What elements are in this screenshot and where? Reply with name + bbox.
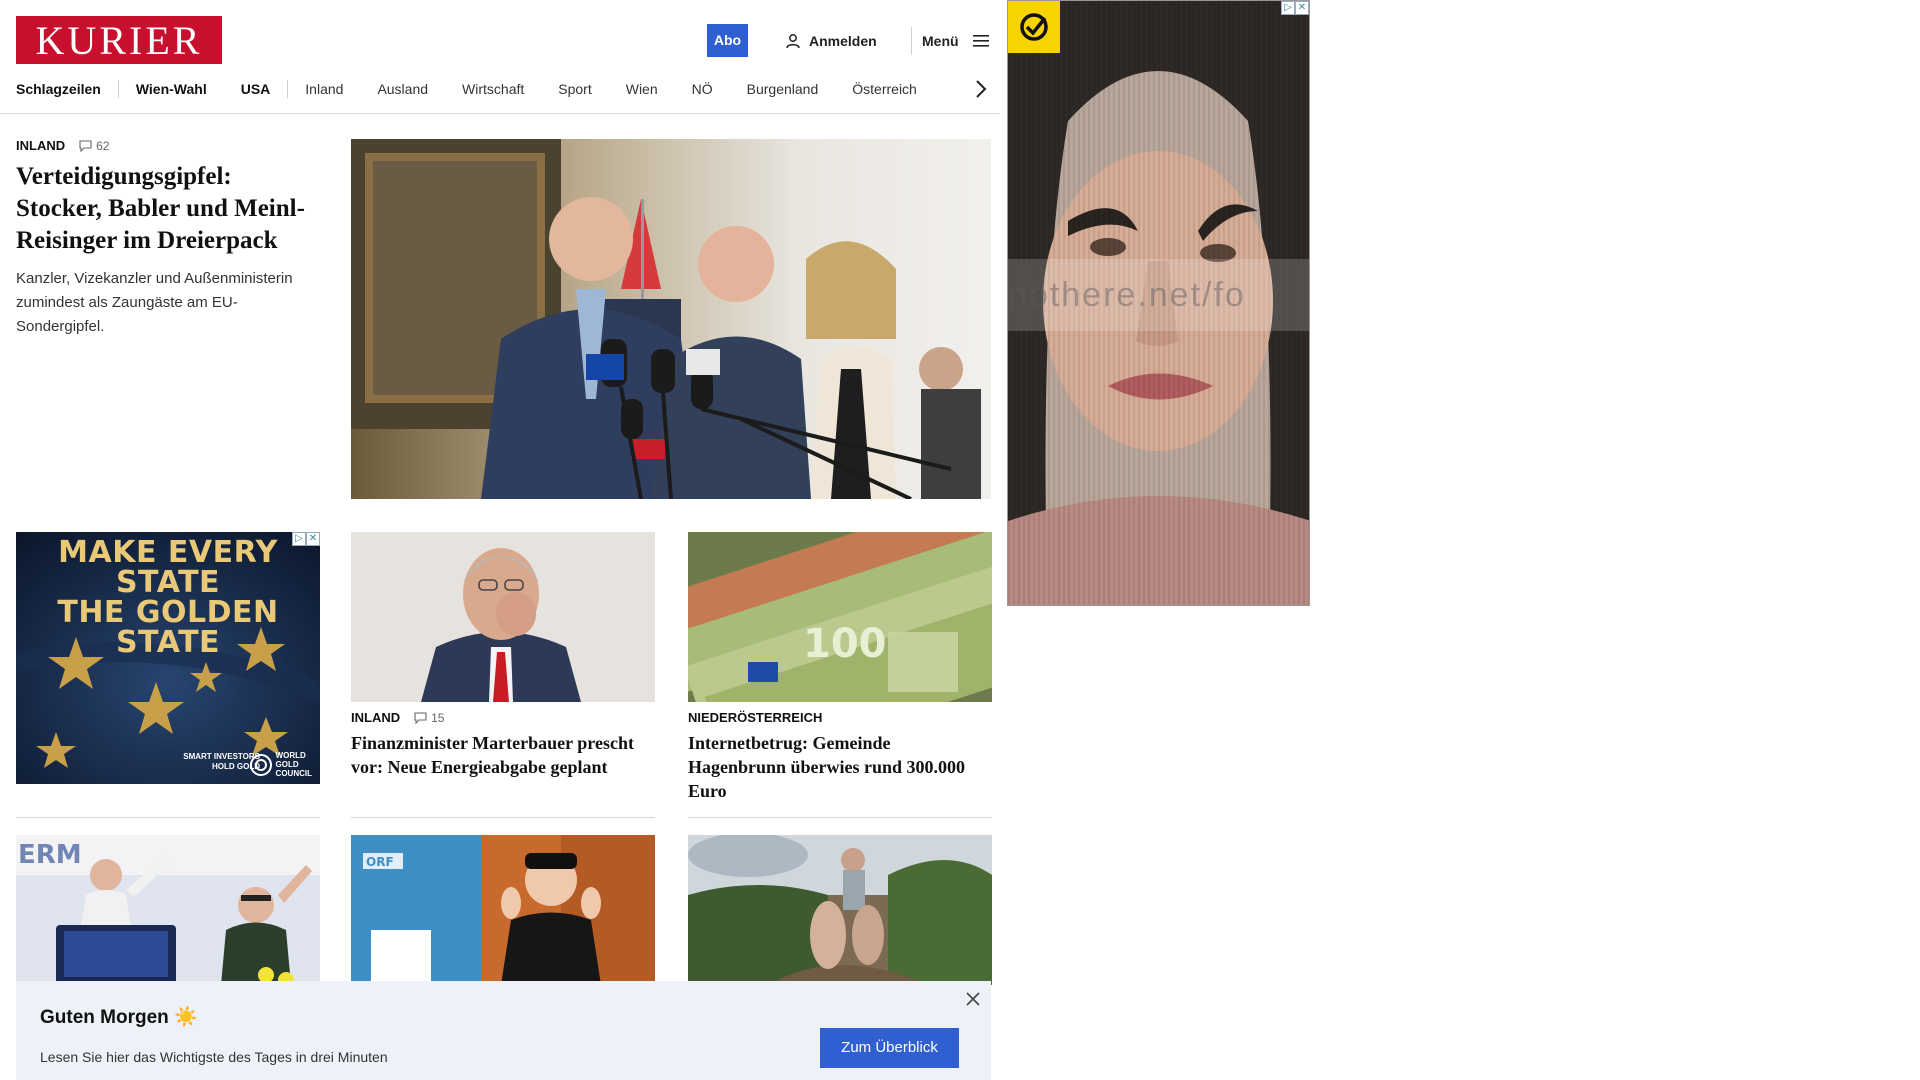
- card-photo-barefoot[interactable]: [688, 835, 992, 985]
- adchoices-icon[interactable]: ▷: [292, 532, 306, 546]
- section-nav: Schlagzeilen Wien-Wahl USA Inland Auslan…: [16, 77, 934, 101]
- banner-title: Guten Morgen ☀️: [40, 1007, 198, 1028]
- comment-count[interactable]: 15: [414, 711, 444, 725]
- article-category: NIEDERÖSTERREICH: [688, 710, 823, 725]
- brand-line-2: GOLD: [275, 760, 299, 769]
- nav-item-wien[interactable]: Wien: [609, 81, 675, 97]
- nav-item-schlagzeilen[interactable]: Schlagzeilen: [16, 81, 118, 97]
- card-photo-rally[interactable]: ERM: [16, 835, 320, 985]
- abo-button[interactable]: Abo: [707, 24, 748, 57]
- menu-button[interactable]: Menü: [922, 24, 989, 57]
- article-kicker: INLAND 15: [351, 710, 655, 725]
- header-divider: [911, 27, 912, 55]
- nav-item-usa[interactable]: USA: [224, 81, 288, 97]
- close-icon[interactable]: ✕: [1295, 1, 1309, 15]
- chevron-right-icon[interactable]: [972, 78, 990, 100]
- gold-council-ad[interactable]: MAKE EVERY STATE THE GOLDEN STATE SMART …: [16, 532, 320, 784]
- row-divider: [688, 817, 992, 818]
- ad-watermark: nothere.net/fo: [1008, 259, 1309, 331]
- site-header: KURIER Abo Anmelden Menü Schlagzeilen Wi…: [0, 0, 1000, 114]
- check-circle-icon: [1020, 13, 1048, 41]
- article-kicker: NIEDERÖSTERREICH: [688, 710, 992, 725]
- row-divider: [16, 817, 320, 818]
- card-finance-minister[interactable]: INLAND 15 Finanzminister Marterbauer pre…: [351, 710, 655, 779]
- ad-choices[interactable]: ▷ ✕: [292, 532, 320, 546]
- close-icon[interactable]: ✕: [306, 532, 320, 546]
- nav-item-noe[interactable]: NÖ: [675, 81, 730, 97]
- comment-icon: [79, 139, 92, 152]
- good-morning-banner: Guten Morgen ☀️ Lesen Sie hier das Wicht…: [16, 981, 991, 1080]
- adchoices-icon[interactable]: ▷: [1281, 1, 1295, 15]
- login-label: Anmelden: [809, 32, 877, 49]
- nav-item-inland[interactable]: Inland: [288, 81, 360, 97]
- ad-choices[interactable]: ▷ ✕: [1281, 1, 1309, 15]
- article-category: INLAND: [16, 138, 66, 153]
- lead-photo[interactable]: [351, 139, 991, 499]
- nav-item-wirtschaft[interactable]: Wirtschaft: [445, 81, 541, 97]
- ad-badge: [1008, 1, 1060, 53]
- nav-item-burgenland[interactable]: Burgenland: [730, 81, 836, 97]
- svg-text:100: 100: [803, 621, 887, 667]
- lead-headline[interactable]: Verteidigungsgipfel: Stocker, Babler und…: [16, 161, 316, 257]
- comment-icon: [414, 711, 427, 724]
- close-icon[interactable]: [965, 991, 981, 1007]
- banner-subtitle: Lesen Sie hier das Wichtigste des Tages …: [40, 1049, 388, 1065]
- nav-item-ausland[interactable]: Ausland: [360, 81, 445, 97]
- menu-label: Menü: [922, 32, 959, 49]
- card-photo-finance-minister[interactable]: [351, 532, 655, 702]
- comment-count-value: 62: [96, 138, 110, 153]
- ad-headline-line-2: THE GOLDEN STATE: [57, 595, 279, 660]
- card-headline[interactable]: Finanzminister Marterbauer prescht vor: …: [351, 731, 655, 779]
- kurier-logo[interactable]: KURIER: [16, 16, 222, 64]
- card-internet-fraud[interactable]: NIEDERÖSTERREICH Internetbetrug: Gemeind…: [688, 710, 992, 803]
- brand-line-1: WORLD: [275, 751, 306, 760]
- article-kicker: INLAND 62: [16, 138, 316, 153]
- user-icon: [786, 33, 800, 48]
- comment-count[interactable]: 62: [79, 139, 109, 153]
- lead-article[interactable]: INLAND 62 Verteidigungsgipfel: Stocker, …: [16, 138, 316, 339]
- overview-button[interactable]: Zum Überblick: [820, 1028, 959, 1068]
- row-divider: [351, 817, 655, 818]
- ad-headline-line-1: MAKE EVERY STATE: [58, 535, 278, 600]
- portrait-ad[interactable]: nothere.net/fo ▷ ✕: [1007, 0, 1310, 606]
- nav-item-sport[interactable]: Sport: [541, 81, 608, 97]
- card-headline[interactable]: Internetbetrug: Gemeinde Hagenbrunn über…: [688, 731, 992, 803]
- login-button[interactable]: Anmelden: [785, 24, 877, 57]
- ad-headline: MAKE EVERY STATE THE GOLDEN STATE: [16, 538, 320, 658]
- svg-text:ERM: ERM: [18, 840, 82, 870]
- article-category: INLAND: [351, 710, 401, 725]
- svg-text:ORF: ORF: [366, 855, 394, 869]
- brand-line-3: COUNCIL: [275, 769, 312, 778]
- lead-teaser: Kanzler, Vizekanzler und Außenministerin…: [16, 270, 293, 335]
- hamburger-icon: [972, 34, 989, 47]
- gold-council-emblem-icon: [249, 753, 272, 776]
- card-photo-orf[interactable]: ORF: [351, 835, 655, 985]
- nav-item-wien-wahl[interactable]: Wien-Wahl: [119, 81, 224, 97]
- comment-count-value: 15: [431, 710, 445, 725]
- world-gold-council-logo: WORLD GOLD COUNCIL: [249, 751, 312, 778]
- nav-item-oesterreich[interactable]: Österreich: [835, 81, 934, 97]
- card-photo-euro-notes[interactable]: 100: [688, 532, 992, 702]
